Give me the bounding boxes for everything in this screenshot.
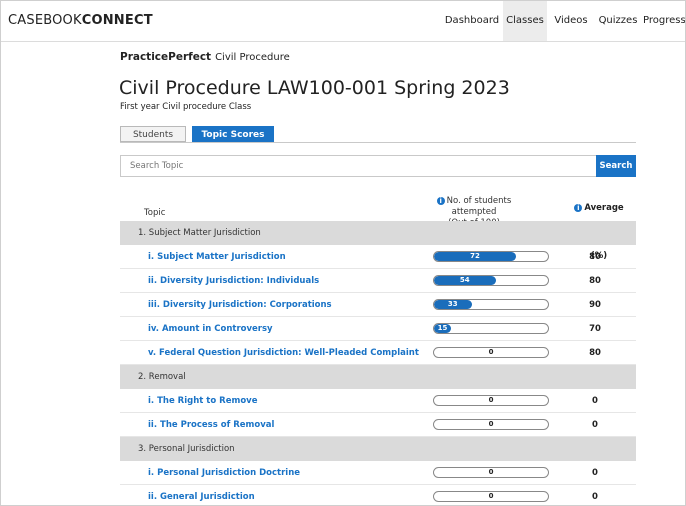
breadcrumb: PracticePerfect Civil Procedure xyxy=(120,51,290,63)
topic-link[interactable]: iii. Diversity Jurisdiction: Corporation… xyxy=(148,293,332,317)
average-score: 0 xyxy=(592,420,598,430)
info-icon[interactable]: i xyxy=(574,204,583,212)
topic-link[interactable]: i. Personal Jurisdiction Doctrine xyxy=(148,461,300,485)
breadcrumb-product[interactable]: PracticePerfect xyxy=(120,51,211,63)
app-window: CASEBOOKCONNECT Dashboard Classes Videos… xyxy=(0,0,686,506)
attempted-progress-bar: 0 xyxy=(433,395,549,406)
attempted-progress-bar: 0 xyxy=(433,467,549,478)
nav-dashboard[interactable]: Dashboard xyxy=(441,1,503,41)
average-score: 80 xyxy=(589,276,601,286)
brand-logo[interactable]: CASEBOOKCONNECT xyxy=(8,13,153,28)
search-button[interactable]: Search xyxy=(596,155,636,177)
attempted-count: 15 xyxy=(437,324,448,332)
attempted-count: 0 xyxy=(488,492,494,500)
topic-group-label: 2. Removal xyxy=(138,372,186,382)
attempted-progress-bar: 72 xyxy=(433,251,549,262)
search-input[interactable] xyxy=(120,155,597,177)
topic-link[interactable]: ii. Diversity Jurisdiction: Individuals xyxy=(148,269,319,293)
tab-students[interactable]: Students xyxy=(120,126,186,142)
nav-videos[interactable]: Videos xyxy=(550,1,592,41)
table-row: ii. General Jurisdiction 0 0 xyxy=(120,485,636,505)
brand-light: CASEBOOK xyxy=(8,13,82,28)
topic-link[interactable]: iv. Amount in Controversy xyxy=(148,317,273,341)
topic-link[interactable]: v. Federal Question Jurisdiction: Well-P… xyxy=(148,341,419,365)
page-subtitle: First year Civil procedure Class xyxy=(120,102,252,112)
table-row: i. The Right to Remove 0 0 xyxy=(120,389,636,413)
breadcrumb-section: Civil Procedure xyxy=(215,52,290,63)
table-row: v. Federal Question Jurisdiction: Well-P… xyxy=(120,341,636,365)
attempted-progress-bar: 54 xyxy=(433,275,549,286)
attempted-count: 0 xyxy=(488,468,494,476)
average-score: 80 xyxy=(589,252,601,262)
table-row: ii. The Process of Removal 0 0 xyxy=(120,413,636,437)
brand-bold: CONNECT xyxy=(81,13,153,28)
average-score: 80 xyxy=(589,348,601,358)
tab-divider xyxy=(120,142,636,143)
topic-group-row: 2. Removal xyxy=(120,365,636,389)
nav-classes[interactable]: Classes xyxy=(503,1,547,41)
average-score: 0 xyxy=(592,468,598,478)
attempted-count: 72 xyxy=(470,252,480,260)
page-title: Civil Procedure LAW100-001 Spring 2023 xyxy=(119,77,510,99)
topic-group-row: 3. Personal Jurisdiction xyxy=(120,437,636,461)
attempted-count: 0 xyxy=(488,396,494,404)
attempted-count: 0 xyxy=(488,420,494,428)
attempted-count: 0 xyxy=(488,348,494,356)
topic-group-label: 3. Personal Jurisdiction xyxy=(138,444,235,454)
top-navigation: CASEBOOKCONNECT Dashboard Classes Videos… xyxy=(1,1,685,42)
topic-table: 1. Subject Matter Jurisdiction i. Subject… xyxy=(120,221,636,505)
attempted-count: 54 xyxy=(459,276,470,284)
attempted-progress-bar: 0 xyxy=(433,491,549,502)
nav-quizzes[interactable]: Quizzes xyxy=(595,1,641,41)
attempted-progress-bar: 33 xyxy=(433,299,549,310)
topic-link[interactable]: ii. The Process of Removal xyxy=(148,413,274,437)
column-header-topic: Topic xyxy=(144,208,166,218)
info-icon[interactable]: i xyxy=(436,197,445,205)
topic-link[interactable]: i. The Right to Remove xyxy=(148,389,257,413)
nav-progress[interactable]: Progress xyxy=(643,1,685,41)
table-row: iii. Diversity Jurisdiction: Corporation… xyxy=(120,293,636,317)
attempted-count: 33 xyxy=(447,300,458,308)
column-header-attempted-label: No. of students attempted xyxy=(446,196,512,217)
table-row: ii. Diversity Jurisdiction: Individuals 5… xyxy=(120,269,636,293)
average-score: 0 xyxy=(592,396,598,406)
table-row: i. Subject Matter Jurisdiction 72 80 xyxy=(120,245,636,269)
topic-group-label: 1. Subject Matter Jurisdiction xyxy=(138,228,261,238)
table-row: iv. Amount in Controversy 15 70 xyxy=(120,317,636,341)
average-score: 70 xyxy=(589,324,601,334)
tab-topic-scores[interactable]: Topic Scores xyxy=(192,126,274,142)
table-row: i. Personal Jurisdiction Doctrine 0 0 xyxy=(120,461,636,485)
attempted-progress-bar: 15 xyxy=(433,323,549,334)
topic-link[interactable]: ii. General Jurisdiction xyxy=(148,485,255,505)
topic-group-row: 1. Subject Matter Jurisdiction xyxy=(120,221,636,245)
topic-link[interactable]: i. Subject Matter Jurisdiction xyxy=(148,245,286,269)
attempted-progress-bar: 0 xyxy=(433,347,549,358)
attempted-progress-bar: 0 xyxy=(433,419,549,430)
average-score: 0 xyxy=(592,492,598,502)
average-score: 90 xyxy=(589,300,601,310)
